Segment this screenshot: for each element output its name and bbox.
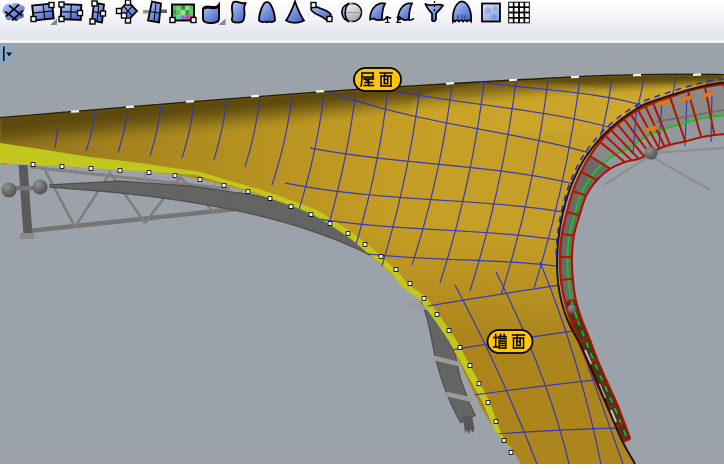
svg-text:2: 2 [396, 15, 402, 26]
svg-text:1: 1 [385, 15, 391, 26]
